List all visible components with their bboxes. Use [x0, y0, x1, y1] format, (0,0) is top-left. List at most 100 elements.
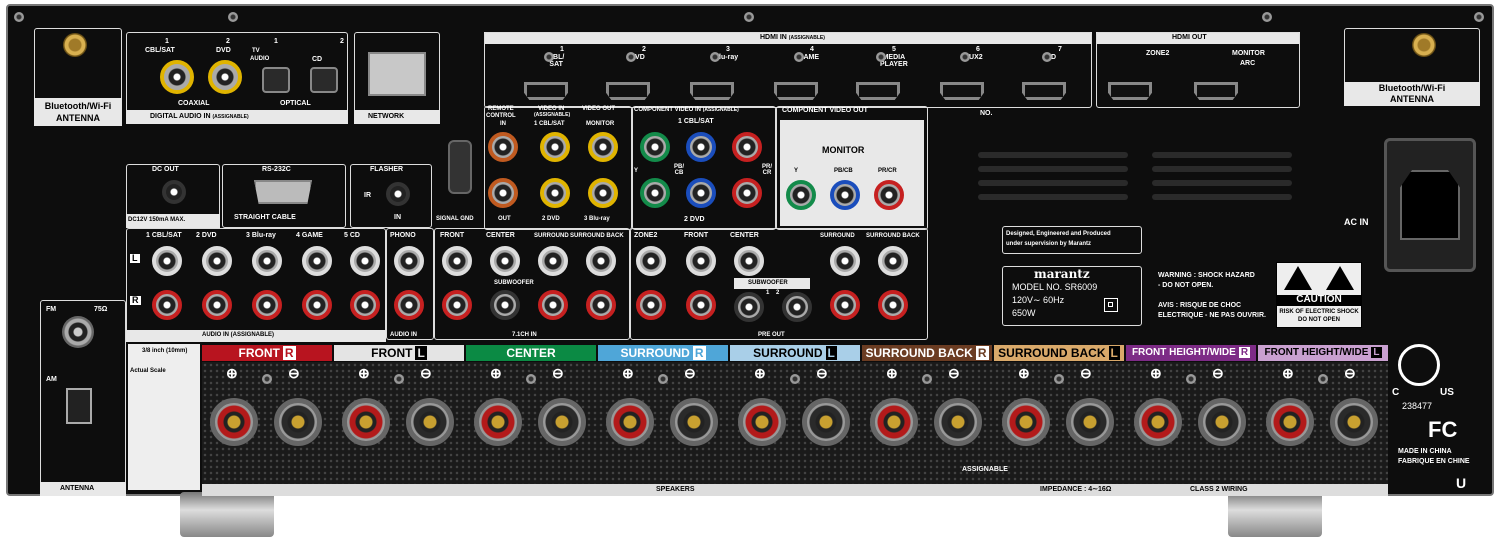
speaker-negative-terminal[interactable]	[670, 398, 718, 446]
ch71-surround-l-jack[interactable]	[538, 246, 568, 276]
hdmi-in-port-1[interactable]	[524, 82, 568, 100]
hdmi-out-monitor-port[interactable]	[1194, 82, 1238, 100]
speaker-negative-terminal[interactable]	[934, 398, 982, 446]
signal-gnd-terminal[interactable]	[448, 140, 472, 194]
speaker-positive-terminal[interactable]	[342, 398, 390, 446]
rs232c-title: RS-232C	[262, 166, 291, 173]
audio-in-l-jack[interactable]	[152, 246, 182, 276]
pre-surround-l-jack[interactable]	[830, 246, 860, 276]
audio-in-l-jack[interactable]	[350, 246, 380, 276]
comp-in2-y-jack[interactable]	[640, 178, 670, 208]
pre-center-jack[interactable]	[734, 246, 764, 276]
vent	[1152, 152, 1292, 158]
speaker-positive-terminal[interactable]	[606, 398, 654, 446]
audio-in-r-jack[interactable]	[202, 290, 232, 320]
comp-out-y-jack[interactable]	[786, 180, 816, 210]
speaker-negative-terminal[interactable]	[274, 398, 322, 446]
video-out-monitor-jack[interactable]	[588, 132, 618, 162]
pre-surround-back-r-jack[interactable]	[878, 290, 908, 320]
remote-in-jack[interactable]	[488, 132, 518, 162]
am-terminal[interactable]	[66, 388, 92, 424]
pre-surround-back-l-jack[interactable]	[878, 246, 908, 276]
pre-subwoofer-2-jack[interactable]	[782, 292, 812, 322]
audio-in-r-jack[interactable]	[350, 290, 380, 320]
hdmi-in-port-3[interactable]	[690, 82, 734, 100]
speaker-positive-terminal[interactable]	[738, 398, 786, 446]
audio-in-r-jack[interactable]	[152, 290, 182, 320]
ac-inlet-socket[interactable]	[1400, 170, 1460, 240]
comp-in1-pr-jack[interactable]	[732, 132, 762, 162]
dc-out-jack[interactable]	[162, 180, 186, 204]
screw	[1042, 52, 1052, 62]
speaker-negative-terminal[interactable]	[538, 398, 586, 446]
speaker-negative-terminal[interactable]	[1198, 398, 1246, 446]
ch71-surround-back-l-jack[interactable]	[586, 246, 616, 276]
coax-dvd-label: DVD	[216, 47, 231, 54]
speaker-positive-terminal[interactable]	[1266, 398, 1314, 446]
comp-in1-pb-jack[interactable]	[686, 132, 716, 162]
brand-logo: marantz	[1034, 267, 1090, 281]
speaker-positive-terminal[interactable]	[474, 398, 522, 446]
ch71-surround-r-jack[interactable]	[538, 290, 568, 320]
bt-antenna-left-connector[interactable]	[63, 33, 87, 57]
remote-out-jack[interactable]	[488, 178, 518, 208]
audio-in-l-jack[interactable]	[302, 246, 332, 276]
comp-out-pr-jack[interactable]	[874, 180, 904, 210]
ch71-front-r-jack[interactable]	[442, 290, 472, 320]
audio-in-l-jack[interactable]	[202, 246, 232, 276]
ch71-subwoofer-jack[interactable]	[490, 290, 520, 320]
bt-antenna-right-connector[interactable]	[1412, 33, 1436, 57]
speaker-negative-terminal[interactable]	[1066, 398, 1114, 446]
coaxial-1-jack[interactable]	[160, 60, 194, 94]
comp-in2-pb-jack[interactable]	[686, 178, 716, 208]
pre-surround-r-jack[interactable]	[830, 290, 860, 320]
comp-out-pb-jack[interactable]	[830, 180, 860, 210]
ch71-center-jack[interactable]	[490, 246, 520, 276]
coaxial-label: COAXIAL	[178, 100, 210, 107]
hdmi-in-num-label: 1	[560, 46, 564, 53]
speaker-positive-terminal[interactable]	[1002, 398, 1050, 446]
speaker-positive-terminal[interactable]	[210, 398, 258, 446]
hdmi-in-port-2[interactable]	[606, 82, 650, 100]
phono-l-jack[interactable]	[394, 246, 424, 276]
video-in-3-jack[interactable]	[588, 178, 618, 208]
audio-in-l-jack[interactable]	[252, 246, 282, 276]
hdmi-in-port-4[interactable]	[774, 82, 818, 100]
ethernet-port[interactable]	[368, 52, 426, 96]
rs232c-port[interactable]	[254, 180, 312, 204]
comp-in2-pr-jack[interactable]	[732, 178, 762, 208]
ch71-front-l-jack[interactable]	[442, 246, 472, 276]
coax-1-num: 1	[165, 38, 169, 45]
pre-zone2-r-jack[interactable]	[636, 290, 666, 320]
video-in-2-jack[interactable]	[540, 178, 570, 208]
speaker-negative-terminal[interactable]	[802, 398, 850, 446]
speaker-positive-terminal[interactable]	[1134, 398, 1182, 446]
hdmi-out-zone2-port[interactable]	[1108, 82, 1152, 100]
audio-in-r-jack[interactable]	[252, 290, 282, 320]
speaker-negative-terminal[interactable]	[406, 398, 454, 446]
csa-mark-icon	[1398, 344, 1440, 386]
flasher-jack[interactable]	[386, 182, 410, 206]
hdmi-in-port-7[interactable]	[1022, 82, 1066, 100]
fm-connector[interactable]	[62, 316, 94, 348]
pre-front-l-jack[interactable]	[686, 246, 716, 276]
comp-in1-y-jack[interactable]	[640, 132, 670, 162]
hdmi-in-port-5[interactable]	[856, 82, 900, 100]
speaker-negative-terminal[interactable]	[1330, 398, 1378, 446]
optical-2-jack[interactable]	[310, 67, 338, 93]
pre-front-r-jack[interactable]	[686, 290, 716, 320]
pre-zone2-l-jack[interactable]	[636, 246, 666, 276]
vent	[1152, 194, 1292, 200]
pre-subwoofer-1-jack[interactable]	[734, 292, 764, 322]
designed-line1: Designed, Engineered and Produced	[1006, 231, 1111, 237]
hdmi-in-port-6[interactable]	[940, 82, 984, 100]
phono-r-jack[interactable]	[394, 290, 424, 320]
ch71-surround-back-r-jack[interactable]	[586, 290, 616, 320]
csa-us: US	[1440, 387, 1454, 398]
coaxial-2-jack[interactable]	[208, 60, 242, 94]
audio-in-r-jack[interactable]	[302, 290, 332, 320]
ch71-surround-back-label: SURROUND BACK	[570, 233, 624, 239]
video-in-1-jack[interactable]	[540, 132, 570, 162]
optical-1-jack[interactable]	[262, 67, 290, 93]
speaker-positive-terminal[interactable]	[870, 398, 918, 446]
